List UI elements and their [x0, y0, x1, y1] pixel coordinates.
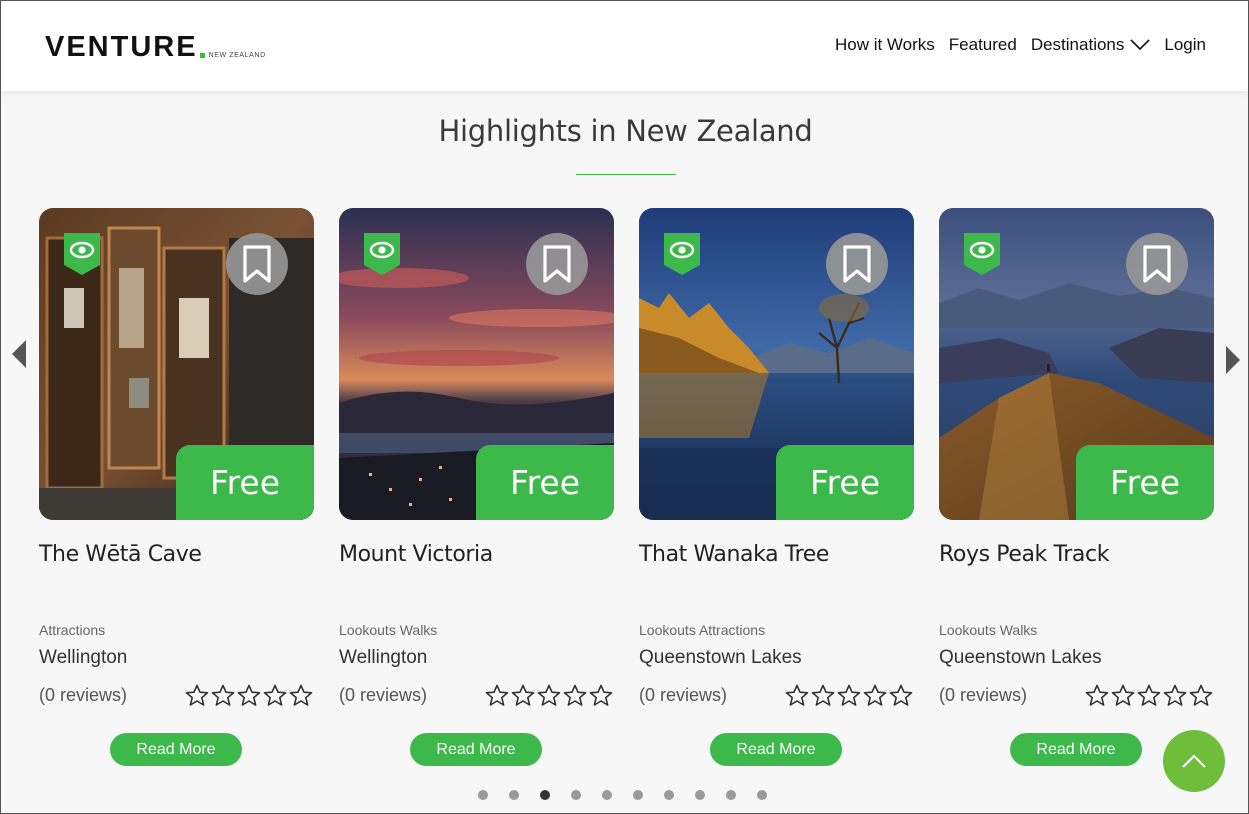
nav-how-it-works[interactable]: How it Works [835, 35, 935, 55]
place-card: Free Roys Peak Track Lookouts Walks Quee… [939, 208, 1214, 768]
carousel-dot[interactable] [478, 790, 488, 800]
star-rating [485, 684, 613, 706]
star-outline-icon [237, 684, 261, 706]
card-categories: Attractions [39, 622, 106, 638]
logo-dot [199, 53, 205, 58]
nav-destinations-label: Destinations [1030, 35, 1125, 54]
eye-icon [64, 233, 100, 275]
logo[interactable]: VENTURE NEW ZEALAND [45, 32, 266, 62]
logo-subtitle: NEW ZEALAND [208, 52, 266, 59]
star-outline-icon [1163, 684, 1187, 706]
bookmark-icon [543, 245, 571, 283]
star-outline-icon [485, 684, 509, 706]
carousel-dot-active[interactable] [540, 790, 550, 800]
star-outline-icon [811, 684, 835, 706]
scroll-to-top-button[interactable] [1163, 730, 1225, 792]
read-more-button[interactable]: Read More [110, 733, 242, 766]
card-title[interactable]: The Wētā Cave [39, 542, 202, 567]
star-outline-icon [563, 684, 587, 706]
bookmark-icon [1143, 245, 1171, 283]
card-title[interactable]: Mount Victoria [339, 542, 493, 567]
main-nav: How it Works Featured Destinations Login [835, 35, 1206, 55]
price-badge: Free [176, 445, 314, 520]
price-badge: Free [1076, 445, 1214, 520]
star-outline-icon [289, 684, 313, 706]
carousel-dot[interactable] [571, 790, 581, 800]
site-header: VENTURE NEW ZEALAND How it Works Feature… [1, 1, 1248, 91]
star-outline-icon [185, 684, 209, 706]
nav-destinations[interactable]: Destinations [1031, 35, 1151, 55]
bookmark-button[interactable] [526, 233, 588, 295]
section-title: Highlights in New Zealand [438, 114, 813, 148]
card-reviews: (0 reviews) [339, 685, 428, 705]
carousel-pagination [478, 790, 767, 800]
carousel-dot[interactable] [633, 790, 643, 800]
star-outline-icon [589, 684, 613, 706]
caret-left-icon[interactable] [10, 339, 28, 369]
card-region: Queenstown Lakes [939, 647, 1102, 668]
card-categories: Lookouts Walks [939, 622, 1038, 638]
carousel-dot[interactable] [602, 790, 612, 800]
carousel-dot[interactable] [695, 790, 705, 800]
card-title[interactable]: Roys Peak Track [939, 542, 1109, 567]
star-outline-icon [837, 684, 861, 706]
star-rating [185, 684, 313, 706]
logo-wordmark: VENTURE [45, 31, 198, 63]
card-region: Wellington [339, 647, 428, 668]
star-outline-icon [211, 684, 235, 706]
bookmark-button[interactable] [1126, 233, 1188, 295]
chevron-up-icon [1182, 754, 1206, 768]
carousel-dot[interactable] [664, 790, 674, 800]
star-outline-icon [889, 684, 913, 706]
star-rating [1085, 684, 1213, 706]
star-outline-icon [785, 684, 809, 706]
bookmark-icon [843, 245, 871, 283]
carousel-dot[interactable] [509, 790, 519, 800]
star-outline-icon [1085, 684, 1109, 706]
card-reviews: (0 reviews) [939, 685, 1028, 705]
star-rating [785, 684, 913, 706]
star-outline-icon [537, 684, 561, 706]
price-badge: Free [776, 445, 914, 520]
card-image[interactable]: Free [39, 208, 314, 520]
star-outline-icon [511, 684, 535, 706]
read-more-button[interactable]: Read More [410, 733, 542, 766]
card-region: Queenstown Lakes [639, 647, 802, 668]
carousel-dot[interactable] [726, 790, 736, 800]
chevron-down-icon [1130, 39, 1150, 51]
title-divider [576, 174, 676, 175]
star-outline-icon [1137, 684, 1161, 706]
read-more-button[interactable]: Read More [1010, 733, 1142, 766]
eye-icon [664, 233, 700, 275]
bookmark-icon [243, 245, 271, 283]
nav-featured[interactable]: Featured [949, 35, 1017, 55]
nav-login[interactable]: Login [1164, 35, 1206, 55]
card-image[interactable]: Free [339, 208, 614, 520]
card-categories: Lookouts Walks [339, 622, 438, 638]
star-outline-icon [1189, 684, 1213, 706]
carousel-dot[interactable] [757, 790, 767, 800]
read-more-button[interactable]: Read More [710, 733, 842, 766]
star-outline-icon [263, 684, 287, 706]
card-reviews: (0 reviews) [639, 685, 728, 705]
card-categories: Lookouts Attractions [639, 622, 766, 638]
place-card: Free The Wētā Cave Attractions Wellingto… [39, 208, 314, 768]
eye-icon [964, 233, 1000, 275]
price-badge: Free [476, 445, 614, 520]
card-region: Wellington [39, 647, 128, 668]
star-outline-icon [863, 684, 887, 706]
card-image[interactable]: Free [639, 208, 914, 520]
caret-right-icon[interactable] [1224, 345, 1242, 375]
bookmark-button[interactable] [826, 233, 888, 295]
bookmark-button[interactable] [226, 233, 288, 295]
place-card: Free Mount Victoria Lookouts Walks Welli… [339, 208, 614, 768]
card-reviews: (0 reviews) [39, 685, 128, 705]
card-title[interactable]: That Wanaka Tree [639, 542, 829, 567]
star-outline-icon [1111, 684, 1135, 706]
place-card: Free That Wanaka Tree Lookouts Attractio… [639, 208, 914, 768]
eye-icon [364, 233, 400, 275]
card-image[interactable]: Free [939, 208, 1214, 520]
